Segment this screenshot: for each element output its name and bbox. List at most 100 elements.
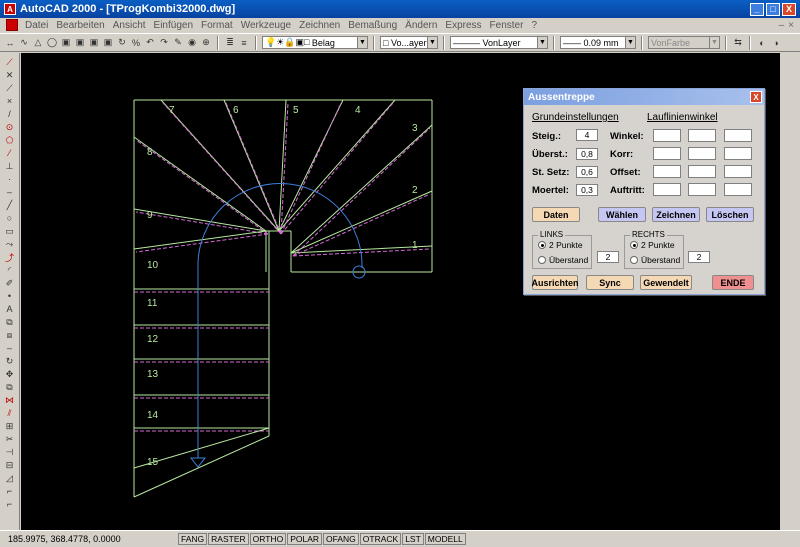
spline-icon[interactable]: ⤳	[3, 238, 17, 250]
mdi-close-button[interactable]: ×	[788, 20, 794, 31]
menu-datei[interactable]: Datei	[21, 20, 52, 31]
toggle-polar[interactable]: POLAR	[287, 533, 323, 545]
undo-icon[interactable]: ↶	[144, 37, 156, 49]
snap-icon[interactable]: ∿	[18, 37, 30, 49]
properties-icon[interactable]: ⇆	[732, 37, 744, 49]
orbit-icon[interactable]: ◐	[756, 37, 768, 49]
layer-dropdown[interactable]: 💡☀🔒▣□ Belag ▼	[262, 36, 368, 49]
chamfer-icon[interactable]: ◿	[3, 472, 17, 484]
block4-icon[interactable]: ▣	[102, 37, 114, 49]
line-icon[interactable]: ⟋	[3, 56, 17, 68]
daten-button[interactable]: Daten	[532, 207, 580, 222]
extend-icon[interactable]: ⊣	[3, 446, 17, 458]
perpendicular-icon[interactable]: ⊥	[3, 160, 17, 172]
auftritt-field-2[interactable]	[688, 183, 716, 196]
dialog-close-button[interactable]: X	[750, 91, 762, 103]
circle-draw-icon[interactable]: ⊙	[3, 121, 17, 133]
menu-werkzeuge[interactable]: Werkzeuge	[237, 20, 295, 31]
winkel-field-2[interactable]	[688, 129, 716, 142]
offset-field-1[interactable]	[653, 165, 681, 178]
zeichnen-button[interactable]: Zeichnen	[652, 207, 700, 222]
links-radio-2punkte[interactable]: 2 Punkte	[538, 240, 583, 250]
triangle-icon[interactable]: △	[32, 37, 44, 49]
polygon-icon[interactable]: ⬠	[3, 134, 17, 146]
menu-help[interactable]: ?	[527, 20, 541, 31]
move-tool-icon[interactable]: ✥	[3, 368, 17, 380]
ende-button[interactable]: ENDE	[712, 275, 754, 290]
offset-field-2[interactable]	[688, 165, 716, 178]
menu-fenster[interactable]: Fenster	[486, 20, 528, 31]
rechts-value-input[interactable]: 2	[688, 251, 710, 263]
draw-circle-icon[interactable]: ○	[3, 212, 17, 224]
block2-icon[interactable]: ▣	[74, 37, 86, 49]
pencil-icon[interactable]: ✎	[172, 37, 184, 49]
zoom-icon[interactable]: ⊕	[200, 37, 212, 49]
dist-icon[interactable]: %	[130, 37, 142, 49]
offset-icon[interactable]: ⫽	[3, 407, 17, 419]
document-icon[interactable]	[6, 19, 18, 31]
offset-field-3[interactable]	[724, 165, 752, 178]
trim-icon[interactable]: ✂	[3, 433, 17, 445]
arc-icon[interactable]: ⁄	[3, 147, 17, 159]
menu-bemassung[interactable]: Bemaßung	[344, 20, 401, 31]
move-icon[interactable]: ↔	[4, 37, 16, 49]
redo-icon[interactable]: ↷	[158, 37, 170, 49]
render-icon[interactable]: ◑	[770, 37, 782, 49]
menu-einfuegen[interactable]: Einfügen	[150, 20, 197, 31]
toggle-model[interactable]: MODELL	[424, 533, 466, 545]
rotate-icon[interactable]: ↻	[3, 355, 17, 367]
menu-bearbeiten[interactable]: Bearbeiten	[52, 20, 108, 31]
close-button[interactable]: X	[782, 2, 796, 16]
menu-aendern[interactable]: Ändern	[401, 20, 441, 31]
toggle-ortho[interactable]: ORTHO	[249, 533, 287, 545]
auftritt-field-3[interactable]	[724, 183, 752, 196]
korr-field-3[interactable]	[724, 147, 752, 160]
input-ueberstand[interactable]: 0,8	[576, 148, 598, 160]
revcloud-icon[interactable]: ⤴	[3, 251, 17, 263]
right-scroll-strip[interactable]	[780, 53, 800, 530]
layer-prev-icon[interactable]: ≡	[238, 37, 250, 49]
minimize-button[interactable]: _	[750, 2, 764, 16]
ray-icon[interactable]: /	[3, 108, 17, 120]
eye-icon[interactable]: ◉	[186, 37, 198, 49]
eraser-icon[interactable]: ✐	[3, 277, 17, 289]
point-icon[interactable]: ·	[3, 173, 17, 185]
refresh-icon[interactable]: ↻	[116, 37, 128, 49]
plotstyle-dropdown[interactable]: VonFarbe ▼	[648, 36, 720, 49]
links-radio-ueberstand[interactable]: Überstand	[538, 255, 588, 265]
menu-express[interactable]: Express	[441, 20, 485, 31]
sync-button[interactable]: Sync	[586, 275, 634, 290]
ellipse-arc-icon[interactable]: ◜	[3, 264, 17, 276]
toggle-lineweight[interactable]: LST	[402, 533, 424, 545]
gewendelt-button[interactable]: Gewendelt	[640, 275, 692, 290]
toggle-grid[interactable]: RASTER	[208, 533, 249, 545]
break-icon[interactable]: ⊟	[3, 459, 17, 471]
linetype-dropdown[interactable]: ——— VonLayer ▼	[450, 36, 548, 49]
polyline-icon[interactable]: ⟋	[3, 82, 17, 94]
cross-icon[interactable]: ×	[3, 95, 17, 107]
toggle-otrack[interactable]: OTRACK	[359, 533, 402, 545]
make-block-icon[interactable]: ⧈	[3, 329, 17, 341]
explode-icon[interactable]: ⌐	[3, 498, 17, 510]
korr-field-1[interactable]	[653, 147, 681, 160]
draw-line-icon[interactable]: ╱	[3, 199, 17, 211]
circle-icon[interactable]: ◯	[46, 37, 58, 49]
input-st-setz[interactable]: 0,6	[576, 166, 598, 178]
auftritt-field-1[interactable]	[653, 183, 681, 196]
input-moertel[interactable]: 0,3	[576, 184, 598, 196]
menu-zeichnen[interactable]: Zeichnen	[295, 20, 344, 31]
rectangle-icon[interactable]: ▭	[3, 225, 17, 237]
ausrichten-button[interactable]: Ausrichten	[532, 275, 579, 290]
rechts-radio-ueberstand[interactable]: Überstand	[630, 255, 680, 265]
input-steigung[interactable]: 4	[576, 129, 598, 141]
links-value-input[interactable]: 2	[597, 251, 619, 263]
waehlen-button[interactable]: Wählen	[598, 207, 646, 222]
loeschen-button[interactable]: Löschen	[706, 207, 754, 222]
toggle-snap[interactable]: FANG	[178, 533, 208, 545]
winkel-field-1[interactable]	[653, 129, 681, 142]
block3-icon[interactable]: ▣	[88, 37, 100, 49]
rechts-radio-2punkte[interactable]: 2 Punkte	[630, 240, 675, 250]
toggle-osnap[interactable]: OFANG	[323, 533, 359, 545]
mirror-icon[interactable]: ⋈	[3, 394, 17, 406]
maximize-button[interactable]: □	[766, 2, 780, 16]
